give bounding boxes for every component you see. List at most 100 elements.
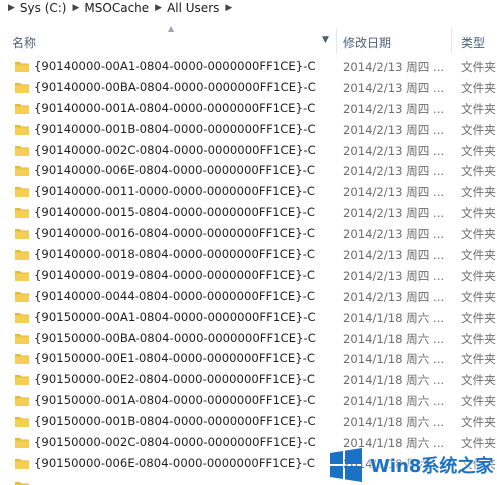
file-name: {90140000-006E-0804-0000-0000000FF1CE}-C <box>34 163 316 178</box>
file-date: 2014/2/13 周四 ... <box>343 185 445 200</box>
file-row[interactable]: {90140000-0019-0804-0000-0000000FF1CE}-C… <box>0 265 497 286</box>
file-name: {90140000-00A1-0804-0000-0000000FF1CE}-C <box>34 59 316 73</box>
chevron-right-icon[interactable]: ▶ <box>155 0 162 17</box>
folder-icon <box>15 62 29 72</box>
chevron-down-icon[interactable]: ▼ <box>322 35 329 45</box>
file-name: {90150000-00E2-0804-0000-0000000FF1CE}-C <box>34 372 316 387</box>
file-name: {90140000-0044-0804-0000-0000000FF1CE}-C <box>34 288 316 303</box>
file-row[interactable]: {90140000-002C-0804-0000-0000000FF1CE}-C… <box>0 140 497 161</box>
file-name: {90150000-002C-0804-0000-0000000FF1CE}-C <box>34 435 316 450</box>
column-divider[interactable] <box>451 28 452 54</box>
column-header-date[interactable]: 修改日期 <box>343 34 391 51</box>
folder-icon <box>15 187 29 198</box>
file-row[interactable]: {90140000-0018-0804-0000-0000000FF1CE}-C… <box>0 244 497 265</box>
file-name: {90140000-001A-0804-0000-0000000FF1CE}-C <box>34 100 316 115</box>
file-date: 2014/2/13 周四 ... <box>343 143 445 158</box>
file-type: 文件夹 <box>461 352 496 367</box>
file-name: {90140000-0019-0804-0000-0000000FF1CE}-C <box>34 267 316 282</box>
file-date: 2014/1/18 周六 ... <box>343 373 445 388</box>
file-type: 文件夹 <box>461 331 496 346</box>
folder-icon <box>15 166 29 177</box>
folder-icon <box>15 396 29 407</box>
file-date: 2014/2/13 周四 ... <box>343 268 445 283</box>
chevron-right-icon[interactable]: ▶ <box>8 0 15 17</box>
file-row[interactable]: {90150000-001A-0804-0000-0000000FF1CE}-C… <box>0 390 497 411</box>
file-date: 2014/1/18 周六 ... <box>343 310 445 325</box>
file-row[interactable]: {90150000-00A1-0804-0000-0000000FF1CE}-C… <box>0 307 497 328</box>
folder-icon <box>15 229 29 240</box>
file-type: 文件夹 <box>461 80 496 95</box>
file-row[interactable]: {90140000-006E-0804-0000-0000000FF1CE}-C… <box>0 160 497 181</box>
folder-icon <box>15 482 29 485</box>
file-row[interactable]: {90150000-00E2-0804-0000-0000000FF1CE}-C… <box>0 369 497 390</box>
file-name: {90150000-006E-0804-0000-0000000FF1CE}-C <box>34 455 316 470</box>
file-row[interactable]: {90150000-00E1-0804-0000-0000000FF1CE}-C… <box>0 348 497 369</box>
folder-icon <box>15 354 29 365</box>
folder-icon <box>15 333 29 344</box>
file-row[interactable]: {90150000-001B-0804-0000-0000000FF1CE}-C… <box>0 411 497 432</box>
file-date: 2014/2/13 周四 ... <box>343 227 445 242</box>
file-name: {90150000-00BA-0804-0000-0000000FF1CE}-C <box>34 330 316 345</box>
file-name: {90140000-002C-0804-0000-0000000FF1CE}-C <box>34 142 316 157</box>
watermark-text: Win8系统之家 <box>370 455 494 477</box>
file-type: 文件夹 <box>461 185 496 200</box>
file-date: 2014/2/13 周四 ... <box>343 60 445 74</box>
windows-logo-icon <box>330 447 362 482</box>
column-header-name[interactable]: 名称 <box>12 34 36 51</box>
folder-icon <box>15 291 29 302</box>
file-date: 2014/2/13 周四 ... <box>343 164 445 179</box>
folder-icon <box>15 124 29 135</box>
breadcrumb: ▶ Sys (C:) ▶ MSOCache ▶ All Users ▶ <box>0 0 497 17</box>
file-name: {90140000-0015-0804-0000-0000000FF1CE}-C <box>34 205 316 220</box>
file-date: 2014/1/18 周六 ... <box>343 352 445 367</box>
column-header-type[interactable]: 类型 <box>461 34 485 51</box>
folder-icon <box>15 250 29 261</box>
file-name: {90140000-001B-0804-0000-0000000FF1CE}-C <box>34 121 316 136</box>
file-name: {90150000-001A-0804-0000-0000000FF1CE}-C <box>34 393 316 408</box>
file-type: 文件夹 <box>461 248 496 263</box>
sort-arrow-icon: ▲ <box>168 24 175 33</box>
watermark: Win8系统之家 <box>324 444 497 485</box>
folder-icon <box>15 208 29 219</box>
file-date: 2014/2/13 周四 ... <box>343 80 445 95</box>
file-name: {90140000-00BA-0804-0000-0000000FF1CE}-C <box>34 79 316 94</box>
chevron-right-icon[interactable]: ▶ <box>225 0 232 17</box>
folder-icon <box>15 438 29 449</box>
folder-icon <box>15 458 29 469</box>
breadcrumb-item-msocache[interactable]: MSOCache <box>84 0 149 17</box>
file-row[interactable]: {90140000-001A-0804-0000-0000000FF1CE}-C… <box>0 98 497 119</box>
folder-icon <box>15 82 29 93</box>
file-date: 2014/1/18 周六 ... <box>343 331 445 346</box>
file-list: {90140000-00A1-0804-0000-0000000FF1CE}-C… <box>0 56 497 474</box>
file-date: 2014/2/13 周四 ... <box>343 248 445 263</box>
file-name: {90140000-0011-0000-0000-0000000FF1CE}-C <box>34 184 316 199</box>
file-date: 2014/2/13 周四 ... <box>343 122 445 137</box>
file-date: 2014/1/18 周六 ... <box>343 394 445 409</box>
file-type: 文件夹 <box>461 310 496 325</box>
file-row[interactable]: {90140000-0044-0804-0000-0000000FF1CE}-C… <box>0 286 497 307</box>
file-row[interactable]: {90140000-0016-0804-0000-0000000FF1CE}-C… <box>0 223 497 244</box>
file-date: 2014/2/13 周四 ... <box>343 289 445 304</box>
column-divider[interactable] <box>336 28 337 54</box>
file-name: {90150000-001B-0804-0000-0000000FF1CE}-C <box>34 414 316 429</box>
folder-icon <box>15 270 29 281</box>
file-row[interactable]: {90140000-001B-0804-0000-0000000FF1CE}-C… <box>0 119 497 140</box>
file-type: 文件夹 <box>461 60 496 74</box>
folder-icon <box>15 375 29 386</box>
breadcrumb-item-sys-c[interactable]: Sys (C:) <box>20 0 67 17</box>
file-row[interactable]: {90140000-0015-0804-0000-0000000FF1CE}-C… <box>0 202 497 223</box>
breadcrumb-item-all-users[interactable]: All Users <box>167 0 219 17</box>
file-row[interactable]: {90140000-00BA-0804-0000-0000000FF1CE}-C… <box>0 77 497 98</box>
folder-icon <box>15 312 29 323</box>
file-type: 文件夹 <box>461 122 496 137</box>
file-name: {90140000-0018-0804-0000-0000000FF1CE}-C <box>34 247 316 262</box>
file-type: 文件夹 <box>461 268 496 283</box>
file-date: 2014/1/18 周六 ... <box>343 415 445 430</box>
chevron-right-icon[interactable]: ▶ <box>73 0 80 17</box>
file-row[interactable]: {90150000-00BA-0804-0000-0000000FF1CE}-C… <box>0 328 497 349</box>
file-row[interactable]: {90140000-00A1-0804-0000-0000000FF1CE}-C… <box>0 56 497 77</box>
file-row[interactable]: {90140000-0011-0000-0000-0000000FF1CE}-C… <box>0 181 497 202</box>
file-name: {90150000-00E1-0804-0000-0000000FF1CE}-C <box>34 351 316 366</box>
file-type: 文件夹 <box>461 164 496 179</box>
file-name: {90150000-00A1-0804-0000-0000000FF1CE}-C <box>34 309 316 324</box>
